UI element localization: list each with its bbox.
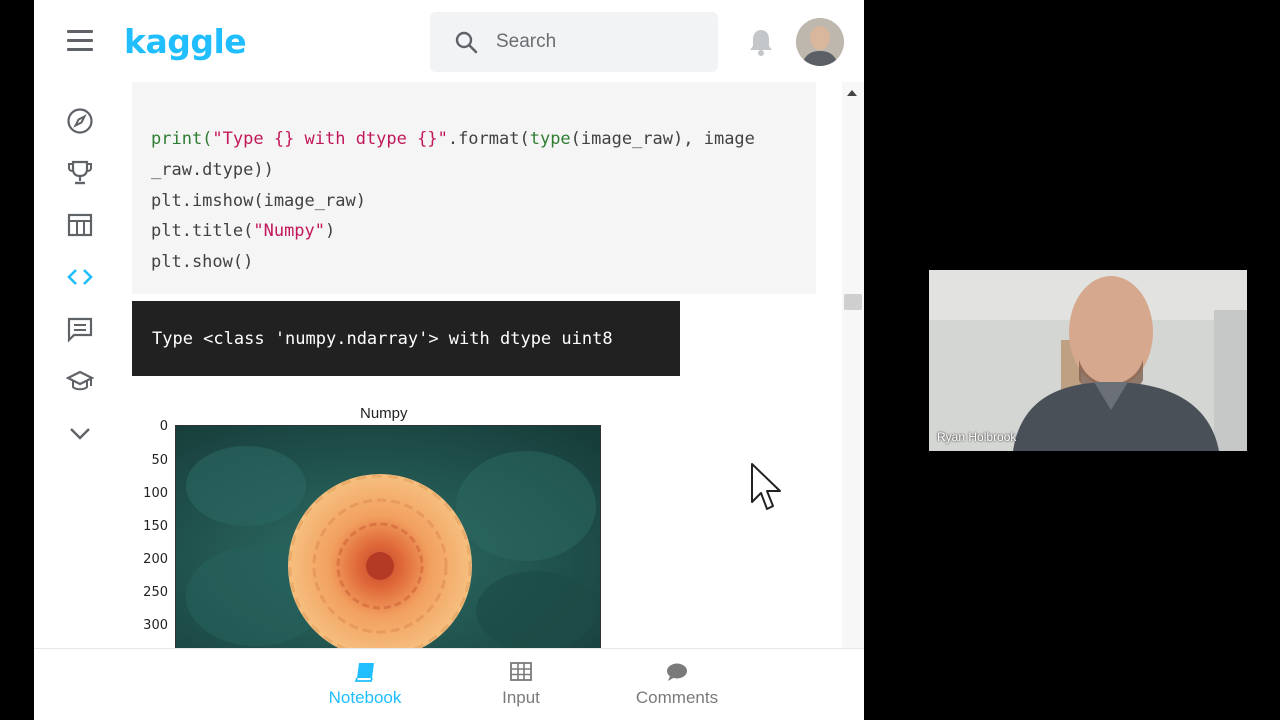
scroll-up-arrow-icon[interactable] — [847, 90, 857, 96]
compass-icon[interactable] — [66, 107, 94, 135]
y-tick-label: 0 — [159, 419, 168, 434]
menu-icon[interactable] — [67, 30, 93, 52]
left-navigation — [34, 82, 126, 648]
code-cell[interactable]: print("Type {} with dtype {}".format(typ… — [132, 82, 816, 294]
code-icon[interactable] — [66, 263, 94, 291]
top-bar: kaggle — [34, 0, 864, 82]
kaggle-logo[interactable]: kaggle — [124, 22, 247, 61]
notifications-bell-icon[interactable] — [748, 28, 774, 56]
y-tick-label: 50 — [151, 453, 168, 468]
scrollbar-thumb[interactable] — [844, 294, 862, 310]
code-line-partial — [151, 82, 417, 96]
notebook-content: print("Type {} with dtype {}".format(typ… — [132, 82, 842, 648]
y-tick-label: 300 — [143, 618, 168, 633]
search-input[interactable] — [496, 30, 696, 54]
y-tick-label: 250 — [143, 585, 168, 600]
y-tick-label: 150 — [143, 519, 168, 534]
grid-icon — [510, 662, 532, 681]
code-line: plt.show() — [151, 252, 254, 272]
participant-name: Ryan Holbrook — [937, 430, 1017, 444]
flower-image — [175, 425, 601, 648]
code-line: plt.imshow(image_raw) — [151, 191, 366, 211]
tab-notebook[interactable]: Notebook — [295, 649, 435, 720]
comments-icon[interactable] — [66, 315, 94, 343]
mouse-cursor-icon — [751, 463, 781, 510]
bottom-tab-bar: Notebook Input Comments — [34, 648, 864, 720]
output-cell: Type <class 'numpy.ndarray'> with dtype … — [132, 301, 680, 376]
plot-title: Numpy — [360, 405, 408, 422]
chat-bubble-icon — [667, 663, 687, 681]
kaggle-app-window: kaggle Search print("Type {} with dtype … — [34, 0, 864, 720]
webcam-video: Ryan Holbrook — [929, 270, 1247, 451]
tab-label: Comments — [635, 688, 719, 707]
y-tick-label: 100 — [143, 486, 168, 501]
user-avatar[interactable] — [796, 18, 844, 66]
book-icon — [354, 663, 374, 682]
y-tick-label: 200 — [143, 552, 168, 567]
trophy-icon[interactable] — [66, 159, 94, 187]
vertical-scrollbar[interactable] — [842, 82, 864, 648]
plot-figure: Numpy 0 50 100 150 200 250 300 — [132, 400, 632, 648]
code-line: print("Type {} with dtype {}".format(typ… — [151, 129, 755, 149]
tab-label: Input — [502, 688, 540, 707]
search-box[interactable] — [430, 12, 718, 72]
search-icon — [455, 31, 478, 54]
chevron-down-icon[interactable] — [66, 419, 94, 447]
code-line: plt.title("Numpy") — [151, 221, 336, 241]
output-text: Type <class 'numpy.ndarray'> with dtype … — [152, 329, 613, 349]
tab-input[interactable]: Input — [451, 649, 591, 720]
school-icon[interactable] — [66, 367, 94, 395]
tab-comments[interactable]: Comments — [607, 649, 747, 720]
tab-label: Notebook — [328, 688, 402, 707]
table-icon[interactable] — [66, 211, 94, 239]
code-line: _raw.dtype)) — [151, 160, 274, 180]
